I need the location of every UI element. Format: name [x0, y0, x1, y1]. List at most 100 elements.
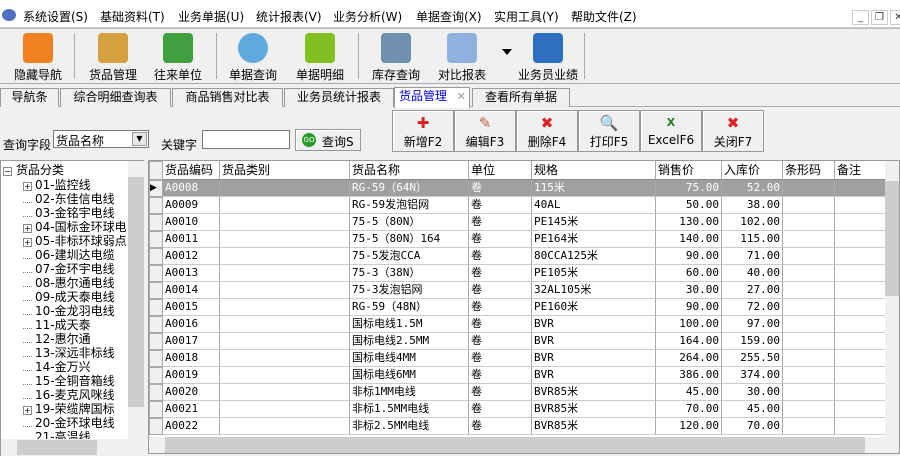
collapse-icon[interactable]: −: [3, 167, 12, 176]
tree-node[interactable]: 21-高温线: [23, 430, 91, 439]
tab-3[interactable]: 商品销售对比表: [172, 88, 283, 107]
row-indicator[interactable]: [149, 401, 163, 418]
table-horizontal-scrollbar[interactable]: [149, 437, 899, 453]
menu-item[interactable]: 基础资料(T): [100, 8, 165, 25]
row-indicator[interactable]: [149, 248, 163, 265]
close-tab-icon[interactable]: ✕: [457, 88, 466, 105]
tree-node[interactable]: +05-非标环球弱点: [23, 234, 127, 248]
tree-node[interactable]: 16-麦克风咪线: [23, 388, 115, 402]
action-button-3[interactable]: ✖ 删除F4: [516, 110, 578, 152]
tree-node[interactable]: +19-荣缆牌国标: [23, 402, 115, 416]
query-field-select[interactable]: 货品名称 ▼: [53, 130, 149, 148]
tree-node[interactable]: 11-成天泰: [23, 318, 91, 332]
row-indicator[interactable]: [149, 367, 163, 384]
tree-node[interactable]: 20-金环球电线: [23, 416, 115, 430]
table-vertical-scrollbar[interactable]: [885, 161, 899, 437]
row-indicator[interactable]: [149, 384, 163, 401]
toolbar-button-5[interactable]: 单据明细: [290, 31, 350, 83]
tree-node[interactable]: +04-国标金环球电: [23, 220, 127, 234]
table-row[interactable]: A0014 75-3发泡铝网卷 32AL105米 30.00 27.00: [149, 282, 886, 299]
column-header[interactable]: 条形码: [783, 161, 835, 180]
table-row[interactable]: A0015 RG-59（48N）卷 PE160米 90.00 72.00: [149, 299, 886, 316]
table-row[interactable]: A0019 国标电线6MM 卷 BVR 386.00 374.00: [149, 367, 886, 384]
scroll-thumb[interactable]: [128, 177, 144, 407]
table-row[interactable]: A0022 非标2.5MM电线卷 BVR85米 120.00 70.00: [149, 418, 886, 435]
category-tree[interactable]: − 货品分类 +01-监控线 02-东佳信电线 03-金铭宇电线 +04-国标金环球电 +0…: [0, 160, 144, 456]
table-row[interactable]: A0021 非标1.5MM电线卷 BVR85米 70.00 45.00: [149, 401, 886, 418]
menu-item[interactable]: 系统设置(S): [23, 8, 88, 25]
dropdown-arrow-icon[interactable]: [502, 49, 512, 55]
toolbar-button-2[interactable]: 货品管理: [83, 31, 143, 83]
row-indicator[interactable]: [149, 299, 163, 316]
table-row[interactable]: A0010 75-5（80N）卷 PE145米 130.00 102.00: [149, 214, 886, 231]
expand-icon[interactable]: +: [23, 406, 32, 415]
tab-6[interactable]: 查看所有单据: [472, 88, 570, 107]
column-header[interactable]: 货品类别: [220, 161, 350, 180]
action-button-4[interactable]: 🔍 打印F5: [578, 110, 640, 152]
menu-item[interactable]: 实用工具(Y): [494, 8, 559, 25]
row-indicator[interactable]: [149, 197, 163, 214]
scroll-thumb[interactable]: [165, 437, 865, 453]
toolbar-button-8[interactable]: 业务员业绩: [514, 31, 582, 83]
tree-vertical-scrollbar[interactable]: [128, 161, 144, 439]
tab-5[interactable]: 货品管理 ✕: [394, 87, 470, 108]
expand-icon[interactable]: +: [23, 224, 32, 233]
tree-node[interactable]: 09-成天泰电线: [23, 290, 115, 304]
tree-node[interactable]: 14-金万兴: [23, 360, 91, 374]
menu-item[interactable]: 业务单据(U): [178, 8, 244, 25]
column-header[interactable]: 货品名称: [350, 161, 469, 180]
action-button-1[interactable]: ✚ 新增F2: [392, 110, 454, 152]
action-button-5[interactable]: X ExcelF6: [640, 110, 702, 152]
row-indicator[interactable]: [149, 265, 163, 282]
menu-item[interactable]: 帮助文件(Z): [571, 8, 637, 25]
column-header[interactable]: 备注: [835, 161, 886, 180]
table-row[interactable]: A0013 75-3（38N）卷 PE105米 60.00 40.00: [149, 265, 886, 282]
toolbar-button-3[interactable]: 往来单位: [148, 31, 208, 83]
toolbar-button-1[interactable]: 隐藏导航: [8, 31, 68, 83]
scroll-thumb[interactable]: [17, 440, 97, 455]
tree-node[interactable]: 13-深远非标线: [23, 346, 115, 360]
tree-node[interactable]: 02-东佳信电线: [23, 192, 115, 206]
restore-button[interactable]: ❐: [871, 10, 888, 25]
table-row[interactable]: A0018 国标电线4MM 卷 BVR 264.00 255.50: [149, 350, 886, 367]
toolbar-button-4[interactable]: 单据查询: [223, 31, 283, 83]
column-header[interactable]: 货品编码: [163, 161, 220, 180]
action-button-2[interactable]: ✎ 编辑F3: [454, 110, 516, 152]
table-row[interactable]: A0011 75-5（80N）164 卷 PE164米 140.00 115.00: [149, 231, 886, 248]
search-button[interactable]: GO 查询S: [295, 129, 361, 151]
toolbar-button-7[interactable]: 对比报表: [432, 31, 492, 83]
row-indicator[interactable]: [149, 333, 163, 350]
table-row[interactable]: A0012 75-5发泡CCA 卷 80CCA125米 90.00 71.00: [149, 248, 886, 265]
tree-node[interactable]: 07-金环宇电线: [23, 262, 115, 276]
row-indicator[interactable]: [149, 214, 163, 231]
keyword-input[interactable]: [202, 130, 290, 149]
tree-node[interactable]: 12-惠尔通: [23, 332, 91, 346]
expand-icon[interactable]: +: [23, 238, 32, 247]
tree-node[interactable]: 15-全铜音箱线: [23, 374, 115, 388]
minimize-button[interactable]: _: [852, 10, 869, 25]
tree-horizontal-scrollbar[interactable]: [1, 439, 144, 456]
tree-node[interactable]: +01-监控线: [23, 178, 91, 192]
column-header[interactable]: 入库价: [722, 161, 783, 180]
row-indicator[interactable]: [149, 316, 163, 333]
column-header[interactable]: 销售价: [656, 161, 722, 180]
toolbar-button-6[interactable]: 库存查询: [366, 31, 426, 83]
table-row[interactable]: A0017 国标电线2.5MM 卷 BVR 164.00 159.00: [149, 333, 886, 350]
tab-2[interactable]: 综合明细查询表: [60, 88, 171, 107]
table-row[interactable]: A0020 非标1MM电线卷 BVR85米 45.00 30.00: [149, 384, 886, 401]
close-window-button[interactable]: ✕: [890, 10, 900, 25]
tree-node[interactable]: 10-金龙羽电线: [23, 304, 115, 318]
row-indicator[interactable]: [149, 350, 163, 367]
expand-icon[interactable]: +: [23, 182, 32, 191]
menu-item[interactable]: 统计报表(V): [256, 8, 322, 25]
tab-4[interactable]: 业务员统计报表: [284, 88, 394, 107]
scroll-thumb[interactable]: [885, 181, 899, 296]
tree-node[interactable]: 03-金铭宇电线: [23, 206, 115, 220]
chevron-down-icon[interactable]: ▼: [132, 132, 147, 146]
column-header[interactable]: 单位: [469, 161, 532, 180]
tree-node[interactable]: 06-建圳达电缆: [23, 248, 115, 262]
row-indicator[interactable]: [149, 231, 163, 248]
row-indicator[interactable]: [149, 418, 163, 435]
row-indicator[interactable]: [149, 282, 163, 299]
tree-node[interactable]: 08-惠尔通电线: [23, 276, 115, 290]
